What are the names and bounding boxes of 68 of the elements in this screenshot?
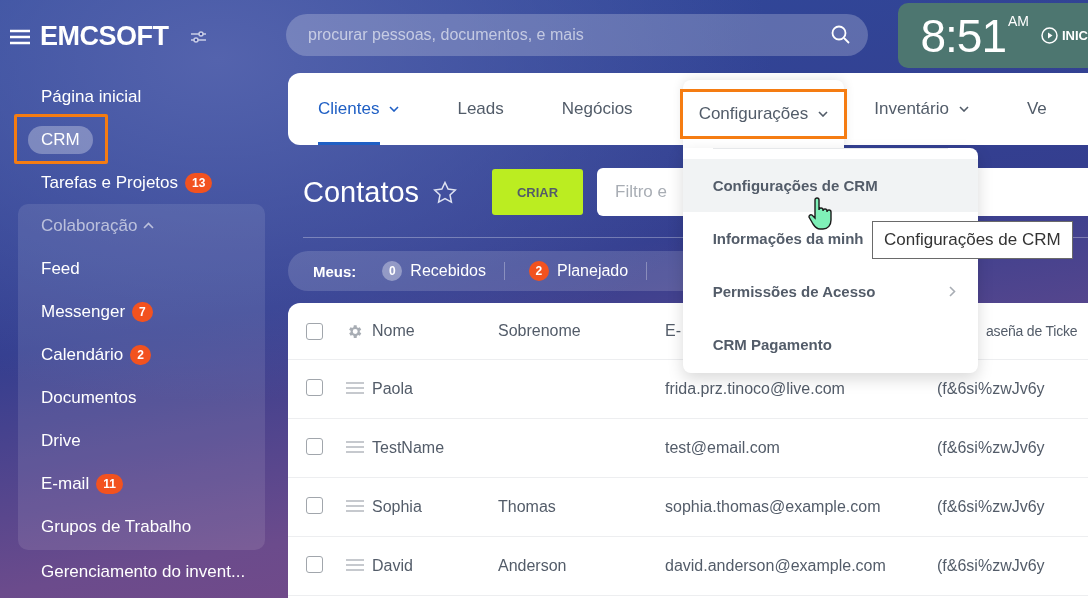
sidebar-item[interactable]: Calendário [41,344,124,365]
row-checkbox[interactable] [306,379,323,396]
table-cell-text: David [372,557,414,575]
column-header[interactable]: Nome [372,322,498,340]
nav-tab[interactable]: Inventário [874,73,969,145]
settings-icon[interactable] [346,322,363,340]
sliders-icon[interactable] [190,29,206,44]
table-cell-text: Anderson [498,557,568,575]
counter-filter[interactable]: 2 Planejado [522,262,648,280]
logo: EMCSOFT [40,21,169,52]
table-cell-text: (f&6si%zwJv6y [937,439,1046,457]
table-cell-text: (f&6si%zwJv6y [937,557,1046,575]
drag-handle-icon[interactable] [346,441,364,453]
select-all-checkbox[interactable] [306,322,323,340]
drag-handle-icon[interactable] [346,500,364,512]
sidebar-item[interactable]: Gerenciamento do invent... [41,561,246,582]
table-cell-text: Thomas [498,498,557,516]
clock-period: AM [1008,13,1029,29]
nav-tab[interactable]: Ve [1026,73,1047,145]
table-cell-text: test@email.com [665,439,781,457]
table-cell-text: (f&6si%zwJv6y [937,380,1046,398]
counter-filter[interactable]: 0 Recebidos [376,262,505,280]
drag-handle-icon[interactable] [346,382,364,394]
hand-cursor-icon [808,197,834,231]
clock-time: 8:51 [920,8,1006,63]
count-badge: 7 [132,301,153,322]
table-cell-text: sophia.thomas@example.com [665,498,882,516]
sidebar-item[interactable]: Tarefas e Projetos [41,172,178,193]
count-badge: 2 [130,344,151,365]
table-cell-text: Sophia [372,498,423,516]
table-cell-text: TestName [372,439,446,457]
chevron-up-icon[interactable] [143,222,155,229]
play-icon[interactable] [1041,27,1058,44]
create-button[interactable]: CRIAR [492,169,583,215]
row-checkbox[interactable] [306,497,323,514]
menu-item[interactable]: Configurações de CRM [682,159,978,212]
sidebar-item[interactable]: E-mail [41,473,90,494]
drag-handle-icon[interactable] [346,559,364,571]
count-badge: 11 [96,473,123,494]
sidebar-item[interactable]: Drive [41,430,81,451]
table-cell-text: david.anderson@example.com [665,557,887,575]
nav-tab[interactable]: Leads [457,73,504,145]
table-cell-text: (f&6si%zwJv6y [937,498,1046,516]
nav-tab[interactable]: Configurações [682,92,845,136]
menu-item[interactable]: CRM Pagamento [682,318,978,371]
sidebar-item[interactable]: Feed [41,258,80,279]
sidebar-item[interactable]: Página inicial [41,86,142,107]
nav-tab[interactable]: Clientes [318,73,400,145]
nav-tab[interactable]: Negócios [561,73,633,145]
counter-label: Meus: [313,262,357,280]
menu-item[interactable]: Permissões de Acesso [682,265,978,318]
table-cell-text: frida.prz.tinoco@live.com [665,380,846,398]
row-checkbox[interactable] [306,438,323,455]
search-icon[interactable] [831,25,851,44]
tooltip: Configurações de CRM [872,221,1073,259]
count-badge: 2 [528,261,549,281]
sidebar-item[interactable]: Grupos de Trabalho [41,516,192,537]
count-badge: 13 [185,172,213,193]
row-checkbox[interactable] [306,556,323,573]
sidebar-item[interactable]: Messenger [41,301,126,322]
menu-icon[interactable] [10,28,30,45]
star-icon[interactable] [433,180,457,204]
page-title: Contatos [303,175,421,209]
column-header[interactable]: Sobrenome [498,322,665,340]
start-link[interactable]: INIC [1062,28,1088,43]
table-cell-text: Paola [372,380,414,398]
count-badge: 0 [382,261,403,281]
sidebar-item[interactable]: Documentos [41,387,137,408]
